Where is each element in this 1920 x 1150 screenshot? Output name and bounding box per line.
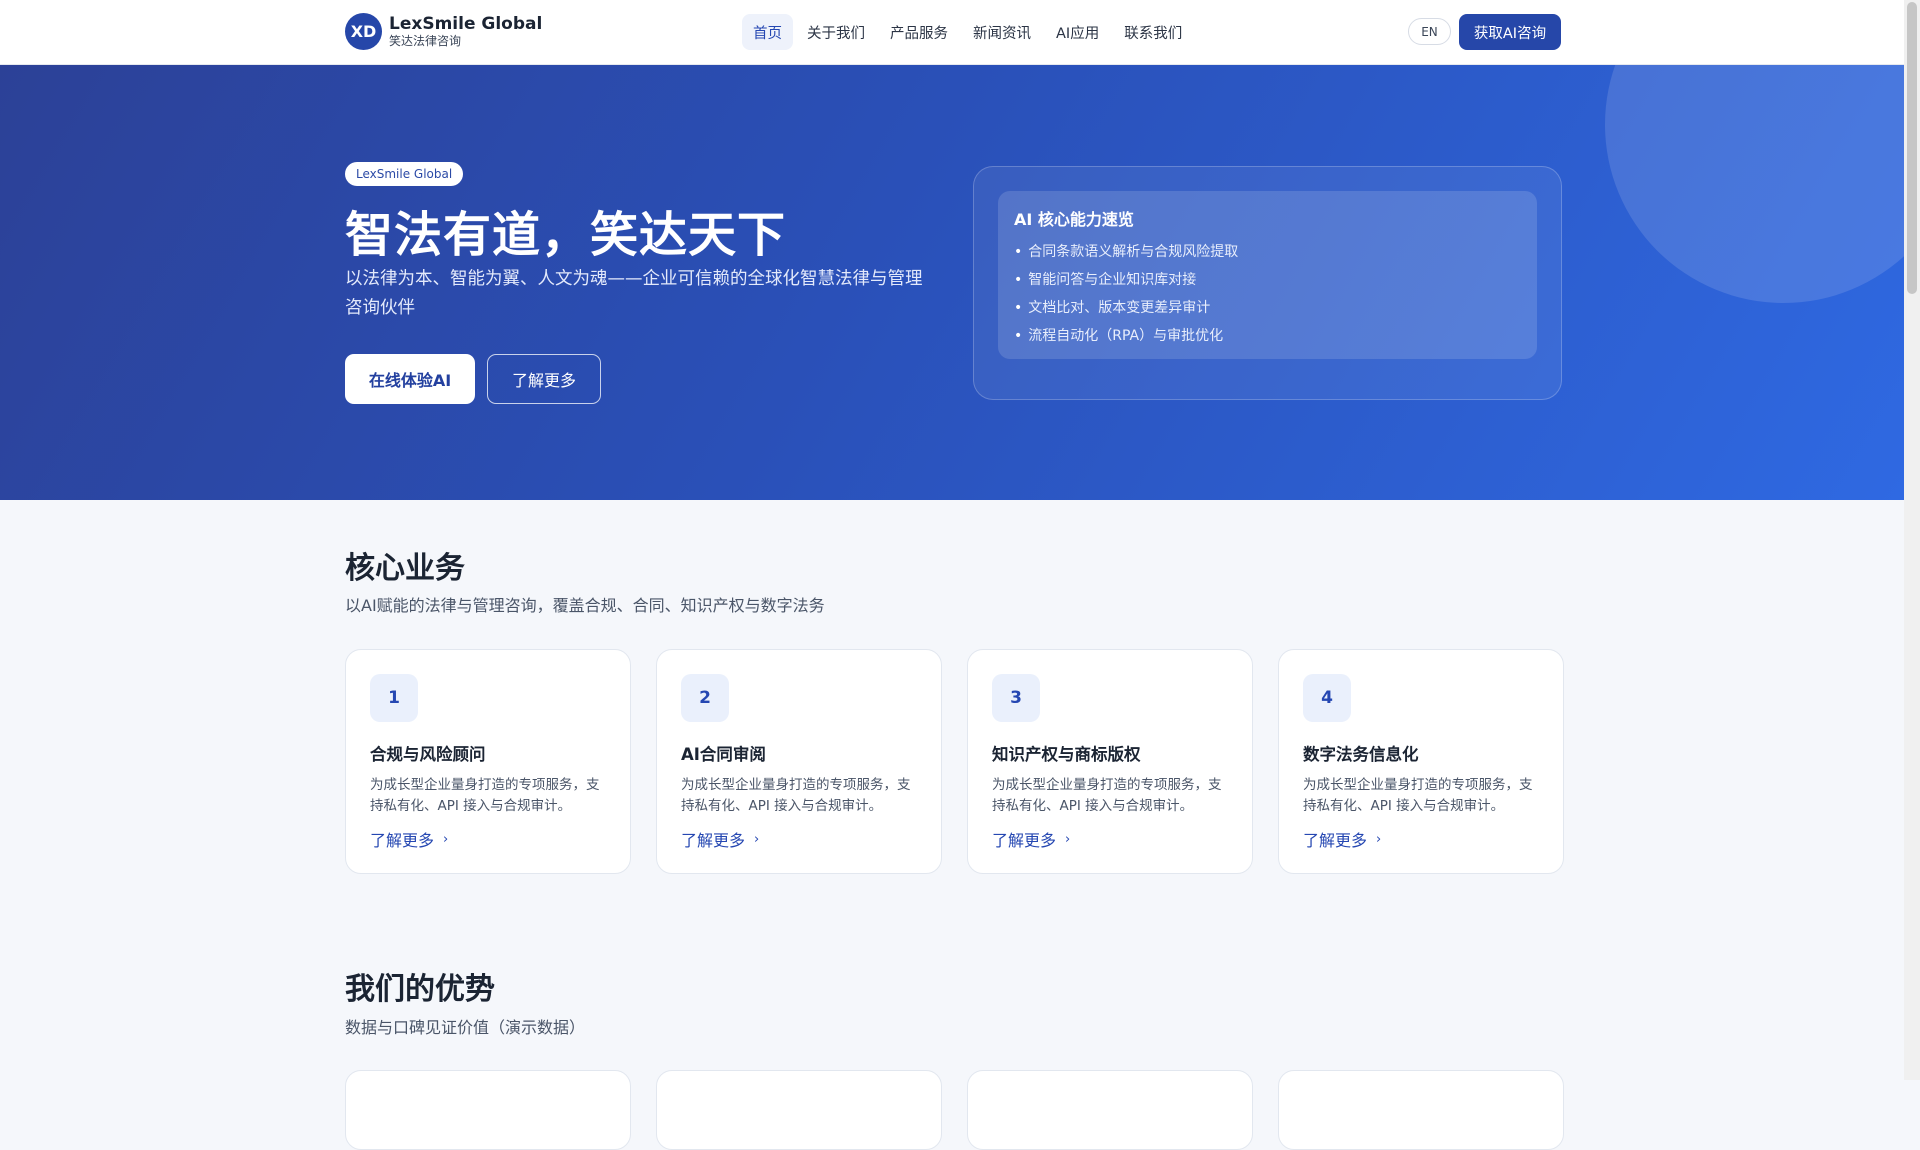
advantage-card bbox=[967, 1070, 1253, 1150]
business-card: 2 AI合同审阅 为成长型企业量身打造的专项服务，支持私有化、API 接入与合规… bbox=[656, 649, 942, 874]
nav-item-about[interactable]: 关于我们 bbox=[796, 14, 876, 50]
core-business-title: 核心业务 bbox=[345, 551, 465, 586]
bullet-icon: • bbox=[1014, 300, 1023, 316]
brand-logo[interactable]: XD LexSmile Global 笑达法律咨询 bbox=[345, 13, 542, 50]
card-learn-more-link[interactable]: 了解更多 › bbox=[681, 827, 917, 851]
nav-item-contact[interactable]: 联系我们 bbox=[1113, 14, 1193, 50]
nav-item-news[interactable]: 新闻资讯 bbox=[962, 14, 1042, 50]
list-item-text: 智能问答与企业知识库对接 bbox=[1028, 272, 1197, 288]
card-learn-more-link[interactable]: 了解更多 › bbox=[370, 827, 606, 851]
ai-capabilities-list: • 合同条款语义解析与合规风险提取 • 智能问答与企业知识库对接 • 文档比对、版本变… bbox=[1014, 238, 1521, 350]
list-item-text: 流程自动化（RPA）与审批优化 bbox=[1028, 328, 1224, 344]
card-title: 知识产权与商标版权 bbox=[992, 745, 1141, 764]
top-header: XD LexSmile Global 笑达法律咨询 首页 关于我们 产品服务 新… bbox=[0, 0, 1904, 65]
business-card: 1 合规与风险顾问 为成长型企业量身打造的专项服务，支持私有化、API 接入与合… bbox=[345, 649, 631, 874]
nav-item-ai-apps[interactable]: AI应用 bbox=[1045, 14, 1110, 50]
advantage-card bbox=[1278, 1070, 1564, 1150]
card-link-label: 了解更多 bbox=[370, 831, 435, 850]
scrollbar-thumb[interactable] bbox=[1907, 2, 1917, 294]
bullet-icon: • bbox=[1014, 244, 1023, 260]
card-title: AI合同审阅 bbox=[681, 745, 766, 764]
page-scrollbar[interactable] bbox=[1904, 0, 1920, 1080]
card-description: 为成长型企业量身打造的专项服务，支持私有化、API 接入与合规审计。 bbox=[370, 777, 600, 814]
card-title: 数字法务信息化 bbox=[1303, 745, 1419, 764]
ai-card-title: AI 核心能力速览 bbox=[1014, 210, 1134, 229]
advantages-cards bbox=[345, 1070, 1564, 1150]
card-title: 合规与风险顾问 bbox=[370, 745, 486, 764]
ai-capabilities-card: AI 核心能力速览 • 合同条款语义解析与合规风险提取 • 智能问答与企业知识库对接… bbox=[998, 191, 1537, 359]
ai-capabilities-panel: AI 核心能力速览 • 合同条款语义解析与合规风险提取 • 智能问答与企业知识库对接… bbox=[973, 166, 1562, 400]
bullet-icon: • bbox=[1014, 272, 1023, 288]
core-business-cards: 1 合规与风险顾问 为成长型企业量身打造的专项服务，支持私有化、API 接入与合… bbox=[345, 649, 1564, 874]
logo-name: LexSmile Global bbox=[389, 13, 543, 34]
card-link-label: 了解更多 bbox=[992, 831, 1057, 850]
card-description: 为成长型企业量身打造的专项服务，支持私有化、API 接入与合规审计。 bbox=[992, 777, 1222, 814]
nav-item-home[interactable]: 首页 bbox=[742, 14, 793, 50]
logo-mark-icon: XD bbox=[345, 13, 382, 50]
list-item-text: 合同条款语义解析与合规风险提取 bbox=[1028, 244, 1239, 260]
card-number-badge: 4 bbox=[1303, 674, 1351, 722]
main-nav: 首页 关于我们 产品服务 新闻资讯 AI应用 联系我们 bbox=[742, 14, 1193, 50]
nav-item-products[interactable]: 产品服务 bbox=[879, 14, 959, 50]
advantages-title: 我们的优势 bbox=[345, 972, 495, 1007]
card-number-badge: 3 bbox=[992, 674, 1040, 722]
hero-subtitle: 以法律为本、智能为翼、人文为魂——企业可信赖的全球化智慧法律与管理咨询伙伴 bbox=[345, 269, 923, 318]
chevron-right-icon: › bbox=[1065, 831, 1071, 847]
advantages-subtitle: 数据与口碑见证价值（演示数据） bbox=[345, 1018, 586, 1037]
chevron-right-icon: › bbox=[443, 831, 449, 847]
list-item: • 流程自动化（RPA）与审批优化 bbox=[1014, 322, 1521, 350]
list-item-text: 文档比对、版本变更差异审计 bbox=[1028, 300, 1211, 316]
decorative-circle bbox=[1605, 65, 1904, 303]
business-card: 3 知识产权与商标版权 为成长型企业量身打造的专项服务，支持私有化、API 接入… bbox=[967, 649, 1253, 874]
logo-text: LexSmile Global 笑达法律咨询 bbox=[389, 13, 543, 48]
learn-more-button[interactable]: 了解更多 bbox=[487, 354, 601, 404]
hero-section: LexSmile Global 智法有道，笑达天下 以法律为本、智能为翼、人文为… bbox=[0, 65, 1904, 500]
advantage-card bbox=[656, 1070, 942, 1150]
get-ai-consult-button[interactable]: 获取AI咨询 bbox=[1459, 14, 1561, 50]
core-business-subtitle: 以AI赋能的法律与管理咨询，覆盖合规、合同、知识产权与数字法务 bbox=[345, 596, 825, 615]
card-number-badge: 1 bbox=[370, 674, 418, 722]
list-item: • 智能问答与企业知识库对接 bbox=[1014, 266, 1521, 294]
card-number-badge: 2 bbox=[681, 674, 729, 722]
business-card: 4 数字法务信息化 为成长型企业量身打造的专项服务，支持私有化、API 接入与合… bbox=[1278, 649, 1564, 874]
card-link-label: 了解更多 bbox=[681, 831, 746, 850]
card-learn-more-link[interactable]: 了解更多 › bbox=[1303, 827, 1539, 851]
try-ai-online-button[interactable]: 在线体验AI bbox=[345, 354, 475, 404]
list-item: • 合同条款语义解析与合规风险提取 bbox=[1014, 238, 1521, 266]
bullet-icon: • bbox=[1014, 328, 1023, 344]
hero-badge: LexSmile Global bbox=[345, 162, 464, 186]
chevron-right-icon: › bbox=[754, 831, 760, 847]
list-item: • 文档比对、版本变更差异审计 bbox=[1014, 294, 1521, 322]
card-link-label: 了解更多 bbox=[1303, 831, 1368, 850]
chevron-right-icon: › bbox=[1376, 831, 1382, 847]
card-description: 为成长型企业量身打造的专项服务，支持私有化、API 接入与合规审计。 bbox=[681, 777, 911, 814]
language-toggle-button[interactable]: EN bbox=[1408, 18, 1451, 45]
logo-subtitle: 笑达法律咨询 bbox=[389, 33, 462, 48]
advantage-card bbox=[345, 1070, 631, 1150]
hero-title: 智法有道，笑达天下 bbox=[345, 207, 787, 263]
card-learn-more-link[interactable]: 了解更多 › bbox=[992, 827, 1228, 851]
card-description: 为成长型企业量身打造的专项服务，支持私有化、API 接入与合规审计。 bbox=[1303, 777, 1533, 814]
